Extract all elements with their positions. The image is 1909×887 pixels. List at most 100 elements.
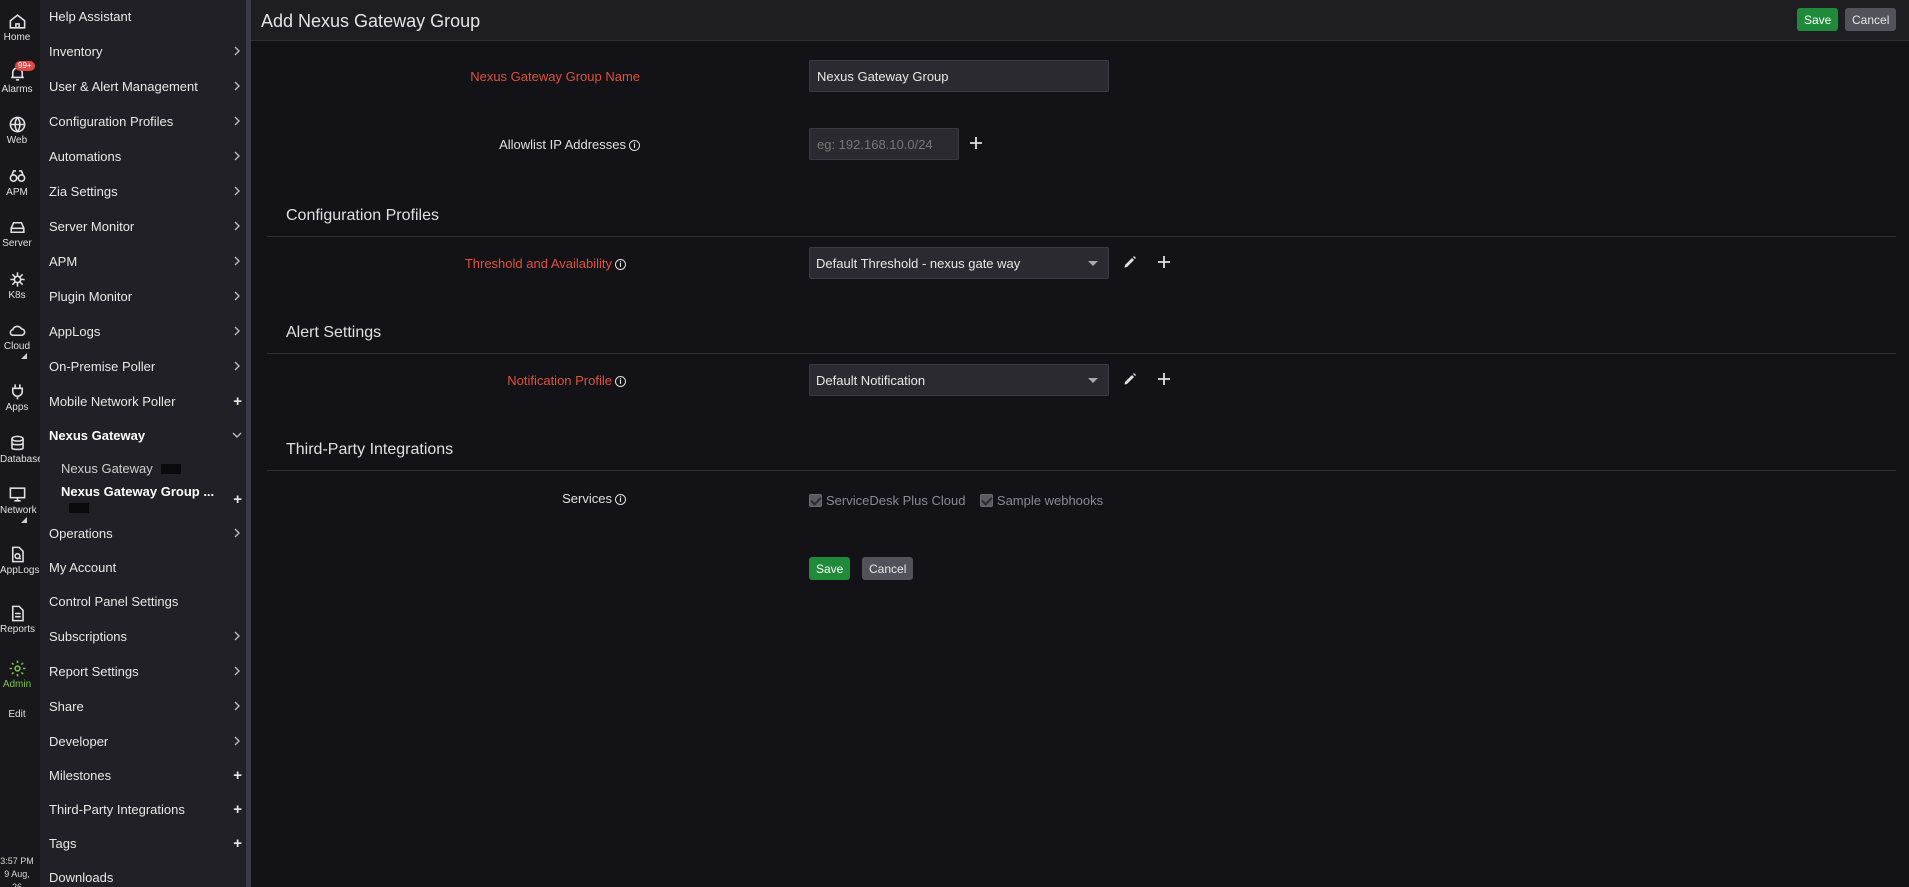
chevron-right-icon bbox=[234, 736, 240, 746]
chevron-right-icon bbox=[234, 46, 240, 56]
menu-item-text: Zia Settings bbox=[49, 184, 118, 199]
chevron-right-icon bbox=[234, 666, 240, 676]
menu-item-label: Help Assistant bbox=[49, 8, 132, 24]
menu-item-third-party-integrations[interactable]: Third-Party Integrations + bbox=[49, 799, 246, 819]
rail-database[interactable]: Database bbox=[0, 434, 43, 465]
rail-web[interactable]: Web bbox=[0, 115, 34, 146]
menu-item-text: Help Assistant bbox=[49, 9, 131, 24]
rail-home[interactable]: Home bbox=[0, 12, 34, 43]
add-notification-plus-icon[interactable] bbox=[1156, 371, 1172, 387]
service-webhooks-checkbox[interactable]: Sample webhooks bbox=[979, 492, 1103, 509]
info-icon[interactable]: i bbox=[629, 140, 640, 151]
menu-item-text: Inventory bbox=[49, 44, 102, 59]
menu-item-text: Milestones bbox=[49, 768, 111, 783]
redacted-count bbox=[69, 502, 89, 513]
menu-item-operations[interactable]: Operations bbox=[49, 523, 246, 543]
menu-item-control-panel-settings[interactable]: Control Panel Settings bbox=[49, 591, 246, 611]
info-icon[interactable]: i bbox=[615, 494, 626, 505]
chevron-right-icon bbox=[234, 151, 240, 161]
menu-item-on-premise-poller[interactable]: On-Premise Poller bbox=[49, 356, 246, 376]
menu-item-report-settings[interactable]: Report Settings bbox=[49, 661, 246, 681]
menu-item-label: APM bbox=[49, 253, 78, 269]
group-name-input[interactable] bbox=[809, 60, 1109, 92]
menu-item-automations[interactable]: Automations bbox=[49, 146, 246, 166]
home-icon bbox=[9, 14, 25, 29]
rail-applogs[interactable]: AppLogs bbox=[0, 545, 39, 576]
menu-item-text: On-Premise Poller bbox=[49, 359, 155, 374]
menu-item-share[interactable]: Share bbox=[49, 696, 246, 716]
menu-item-downloads[interactable]: Downloads bbox=[49, 867, 246, 887]
services-label: Services bbox=[562, 491, 612, 506]
menu-item-developer[interactable]: Developer bbox=[49, 731, 246, 751]
menu-item-label: Share bbox=[49, 698, 84, 714]
section-alert-settings: Alert Settings bbox=[286, 324, 382, 341]
menu-item-nexus-gateway-sub[interactable]: Nexus Gateway bbox=[61, 458, 246, 478]
rail-apm[interactable]: APM bbox=[0, 167, 34, 198]
menu-item-text: Operations bbox=[49, 526, 113, 541]
rail-server[interactable]: Server bbox=[0, 218, 34, 249]
rail-network[interactable]: Network bbox=[0, 485, 37, 523]
plus-icon[interactable]: + bbox=[233, 492, 242, 507]
section-divider bbox=[267, 470, 1896, 471]
plug-icon bbox=[11, 384, 23, 400]
menu-item-label: Mobile Network Poller bbox=[49, 393, 176, 409]
add-ip-plus-icon[interactable] bbox=[968, 135, 984, 151]
menu-item-my-account[interactable]: My Account bbox=[49, 557, 246, 577]
info-icon[interactable]: i bbox=[615, 376, 626, 387]
menu-item-mobile-network-poller[interactable]: Mobile Network Poller + bbox=[49, 391, 246, 411]
menu-item-plugin-monitor[interactable]: Plugin Monitor bbox=[49, 286, 246, 306]
form-save-button[interactable]: Save bbox=[809, 557, 851, 580]
rail-edit[interactable]: Edit bbox=[0, 709, 34, 720]
form-cancel-button[interactable]: Cancel bbox=[862, 557, 914, 580]
menu-item-user-alert-management[interactable]: User & Alert Management bbox=[49, 76, 246, 96]
notification-label: Notification Profile bbox=[507, 373, 612, 388]
menu-item-label: AppLogs bbox=[49, 323, 101, 339]
menu-item-text: Nexus Gateway Group ... bbox=[61, 484, 233, 514]
plus-icon[interactable]: + bbox=[233, 802, 242, 817]
rail-admin[interactable]: Admin bbox=[0, 659, 34, 690]
plus-icon[interactable]: + bbox=[233, 768, 242, 783]
clock-date: 9 Aug, 26 bbox=[4, 869, 30, 887]
menu-item-label: Inventory bbox=[49, 43, 103, 59]
chevron-right-icon bbox=[234, 81, 240, 91]
service-servicedesk-checkbox[interactable]: ServiceDesk Plus Cloud bbox=[809, 492, 965, 509]
threshold-label: Threshold and Availability bbox=[464, 256, 612, 271]
menu-item-inventory[interactable]: Inventory bbox=[49, 41, 246, 61]
header-cancel-button[interactable]: Cancel bbox=[1845, 8, 1897, 31]
plus-icon[interactable]: + bbox=[233, 394, 242, 409]
menu-item-label: Nexus Gateway bbox=[49, 427, 146, 443]
notification-profile-select[interactable]: Default Notification bbox=[809, 364, 1109, 396]
menu-item-label: Report Settings bbox=[49, 663, 139, 679]
info-icon[interactable]: i bbox=[615, 259, 626, 270]
menu-item-zia-settings[interactable]: Zia Settings bbox=[49, 181, 246, 201]
rail-k8s[interactable]: K8s bbox=[0, 270, 34, 301]
menu-item-configuration-profiles[interactable]: Configuration Profiles bbox=[49, 111, 246, 131]
rail-apps[interactable]: Apps bbox=[0, 382, 34, 413]
allowlist-ip-input[interactable] bbox=[809, 128, 959, 160]
menu-item-applogs[interactable]: AppLogs bbox=[49, 321, 246, 341]
services-checkboxes: ServiceDesk Plus Cloud Sample webhooks bbox=[809, 492, 1103, 510]
menu-item-tags[interactable]: Tags + bbox=[49, 833, 246, 853]
menu-item-subscriptions[interactable]: Subscriptions bbox=[49, 626, 246, 646]
redacted-count bbox=[160, 464, 181, 475]
menu-item-nexus-gateway-group-sub[interactable]: Nexus Gateway Group ... + bbox=[61, 484, 246, 513]
rail-reports[interactable]: Reports bbox=[0, 604, 35, 635]
plus-icon[interactable]: + bbox=[233, 836, 242, 851]
menu-item-help-assistant[interactable]: Help Assistant bbox=[49, 6, 246, 26]
checkbox-checked-icon bbox=[979, 494, 993, 507]
add-threshold-plus-icon[interactable] bbox=[1156, 254, 1172, 270]
threshold-select[interactable]: Default Threshold - nexus gate way bbox=[809, 247, 1109, 279]
edit-notification-pencil-icon[interactable] bbox=[1122, 371, 1138, 387]
menu-item-text: Subscriptions bbox=[49, 629, 127, 644]
edit-threshold-pencil-icon[interactable] bbox=[1122, 254, 1138, 270]
header-save-button[interactable]: Save bbox=[1797, 8, 1839, 31]
app-window: Home 99+ Alarms Web APM Server K8s Cloud bbox=[0, 0, 1909, 887]
menu-item-server-monitor[interactable]: Server Monitor bbox=[49, 216, 246, 236]
menu-item-milestones[interactable]: Milestones + bbox=[49, 765, 246, 785]
menu-item-apm[interactable]: APM bbox=[49, 251, 246, 271]
chevron-down-icon bbox=[1088, 378, 1098, 383]
rail-cloud[interactable]: Cloud bbox=[0, 321, 34, 359]
menu-item-label: Downloads bbox=[49, 869, 114, 885]
menu-item-nexus-gateway[interactable]: Nexus Gateway bbox=[49, 425, 246, 445]
rail-alarms[interactable]: 99+ Alarms bbox=[0, 61, 35, 95]
